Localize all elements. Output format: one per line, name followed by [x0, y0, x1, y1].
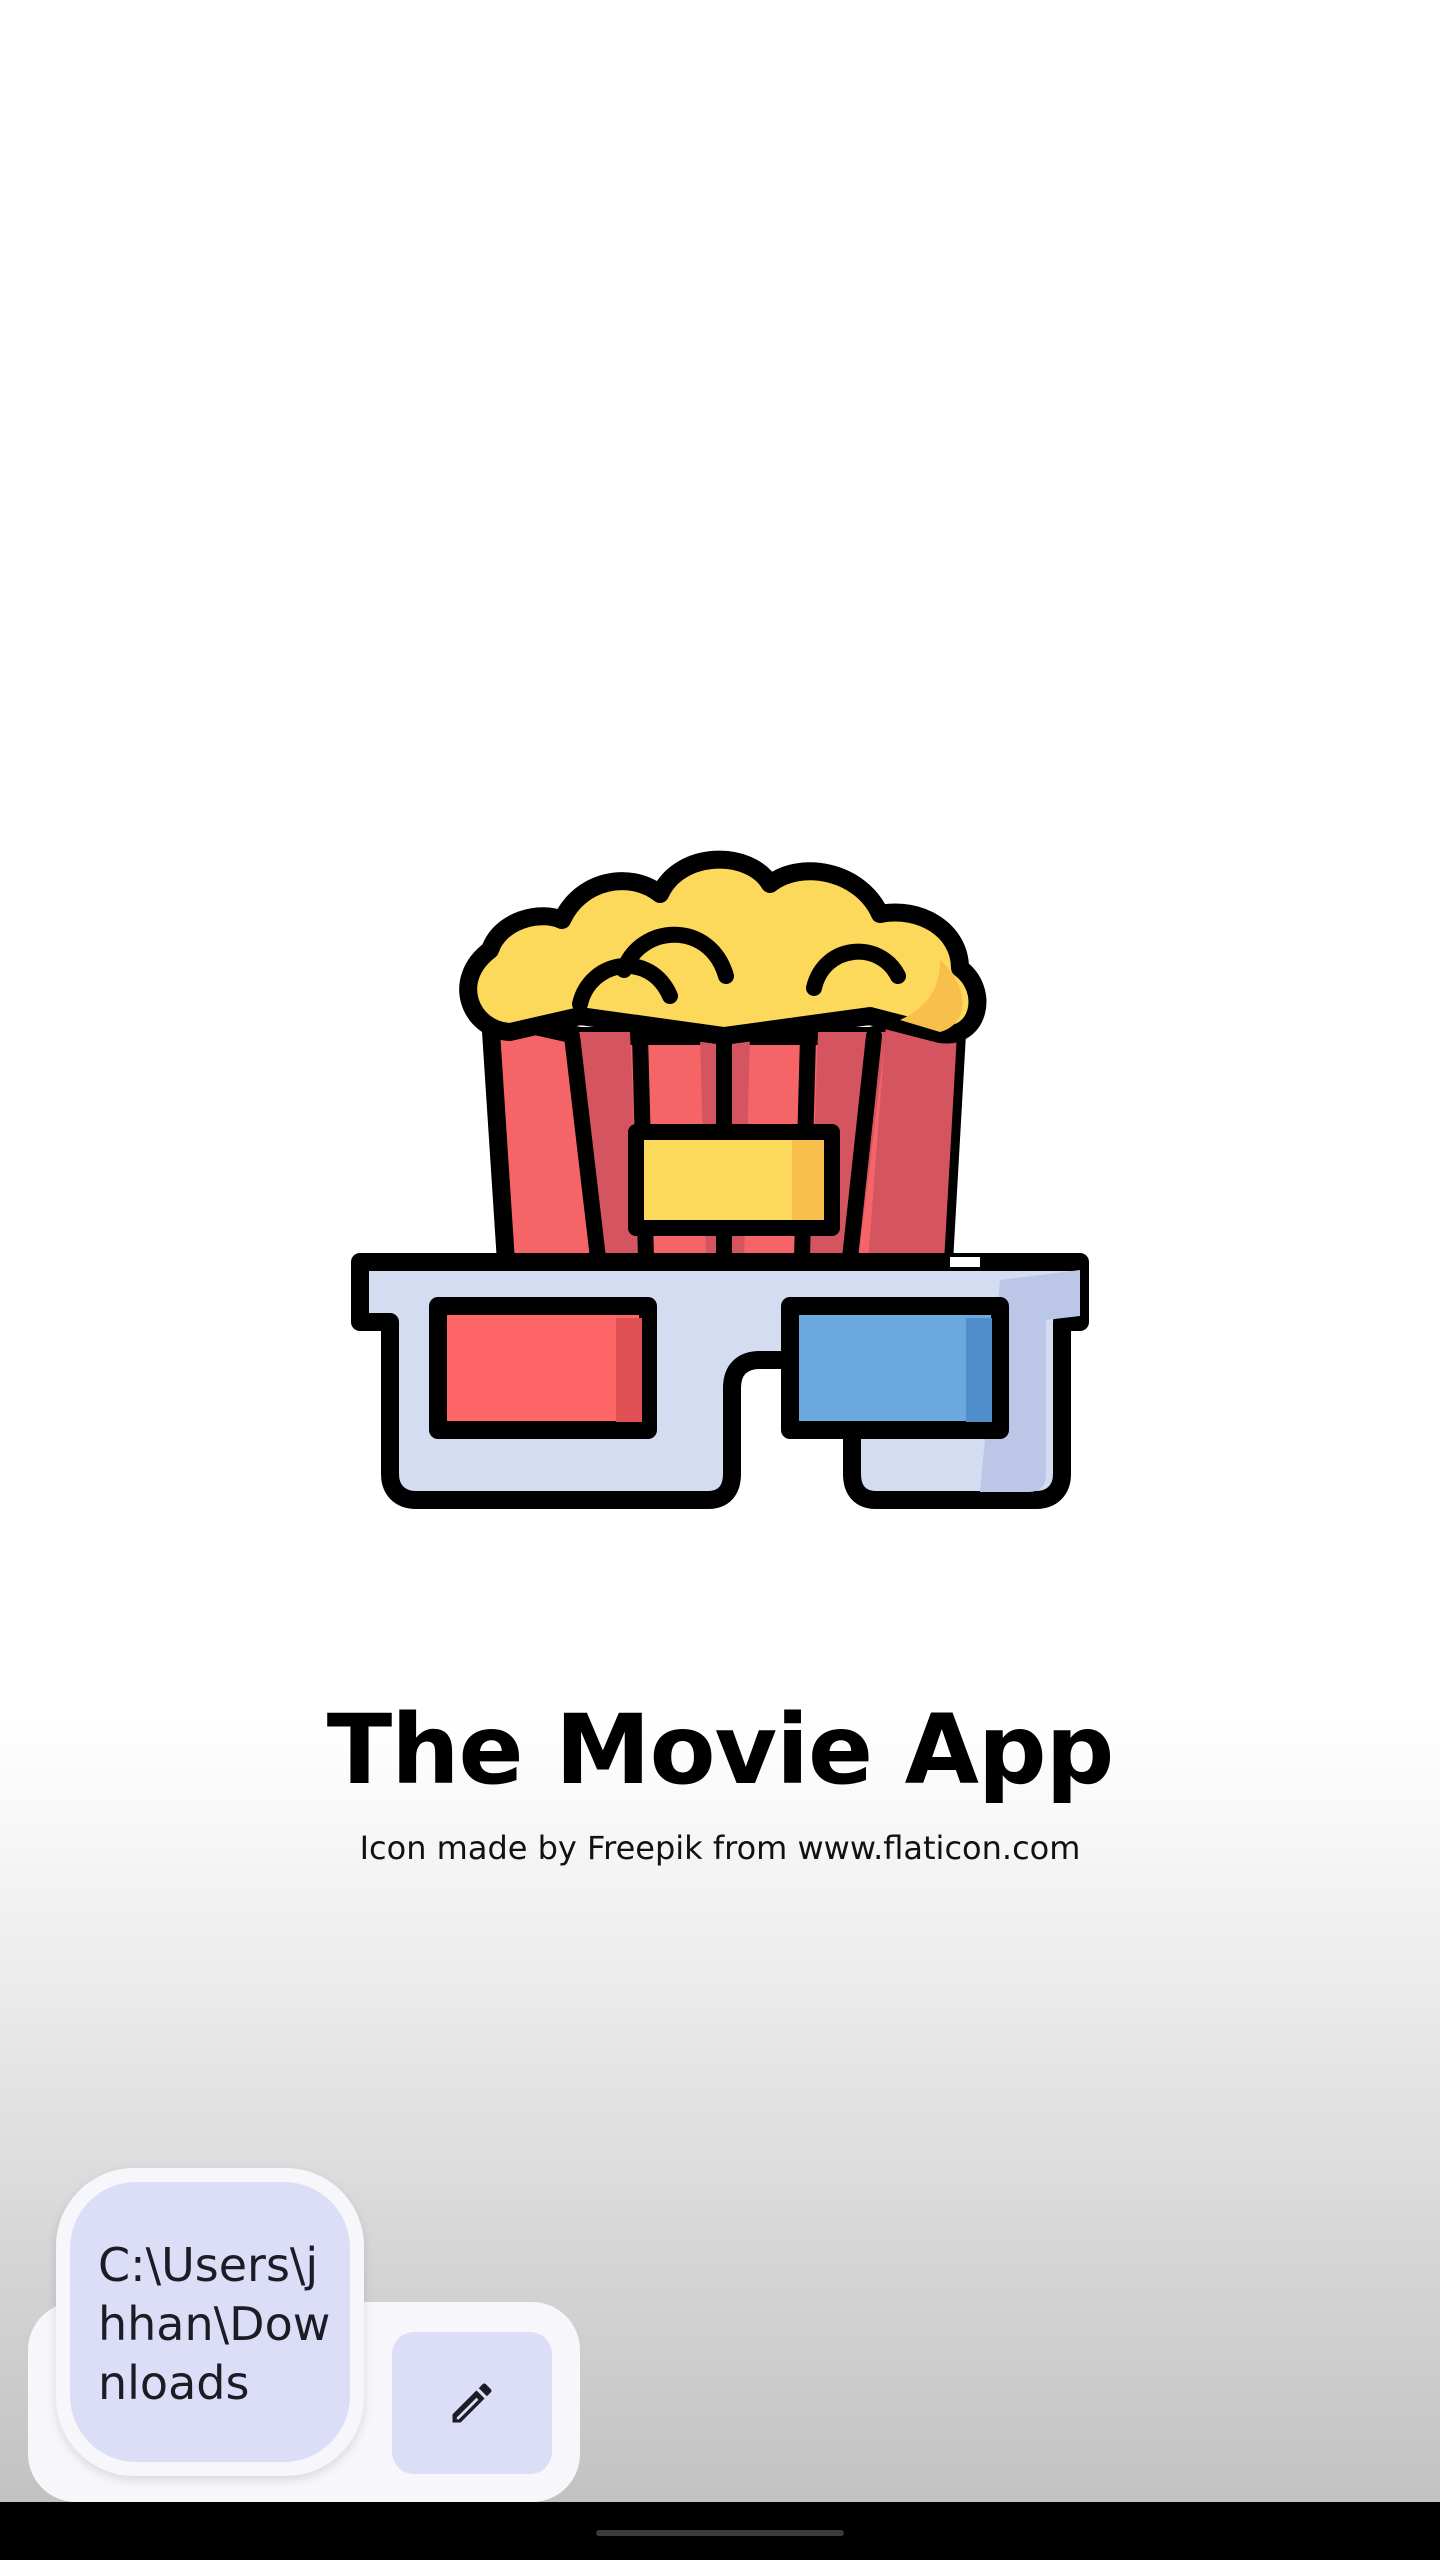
file-path-text: C:\Users\jhhan\Downloads	[98, 2238, 331, 2410]
edit-button[interactable]	[392, 2332, 552, 2474]
popcorn-3d-glasses-logo	[351, 850, 1089, 1509]
icon-credit-text: Icon made by Freepik from www.flaticon.c…	[359, 1829, 1081, 1867]
system-navigation-bar	[0, 2502, 1440, 2560]
file-path-chip-inner: C:\Users\jhhan\Downloads	[70, 2182, 350, 2462]
app-title: The Movie App	[326, 1694, 1115, 1806]
file-path-chip[interactable]: C:\Users\jhhan\Downloads	[56, 2168, 364, 2476]
pencil-icon	[452, 2383, 492, 2423]
home-indicator[interactable]	[596, 2530, 844, 2536]
